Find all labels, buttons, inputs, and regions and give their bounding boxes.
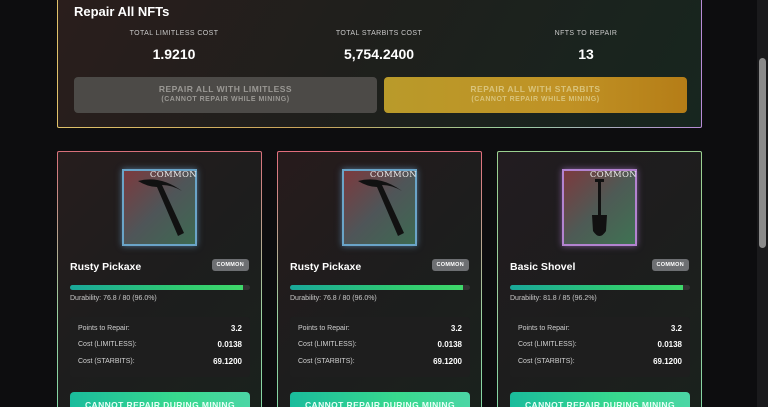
row-label: Cost (LIMITLESS): bbox=[298, 341, 357, 348]
repair-all-limitless-button[interactable]: REPAIR ALL WITH LIMITLESS (CANNOT REPAIR… bbox=[74, 77, 377, 113]
stat-value: 5,754.2400 bbox=[343, 46, 415, 62]
stat-nfts-to-repair: NFTS TO REPAIR 13 bbox=[486, 30, 686, 62]
nft-name: Basic Shovel bbox=[510, 261, 576, 273]
cost-limitless-row: Cost (LIMITLESS): 0.0138 bbox=[518, 340, 682, 349]
button-label: REPAIR ALL WITH LIMITLESS bbox=[158, 84, 293, 94]
points-to-repair-row: Points to Repair: 3.2 bbox=[518, 324, 682, 333]
cost-starbits-row: Cost (STARBITS): 69.1200 bbox=[518, 357, 682, 366]
row-label: Cost (STARBITS): bbox=[518, 358, 575, 365]
row-label: Points to Repair: bbox=[78, 325, 130, 332]
row-label: Cost (LIMITLESS): bbox=[78, 341, 137, 348]
row-label: Points to Repair: bbox=[518, 325, 570, 332]
nft-image-rarity: COMMON bbox=[589, 170, 637, 180]
durability-text: Durability: 76.8 / 80 (96.0%) bbox=[290, 295, 377, 302]
stat-total-starbits: TOTAL STARBITS COST 5,754.2400 bbox=[279, 30, 479, 62]
stat-total-limitless: TOTAL LIMITLESS COST 1.9210 bbox=[74, 30, 274, 62]
nft-card: COMMON Rusty Pickaxe COMMON Durability: … bbox=[57, 151, 262, 407]
button-sublabel: (CANNOT REPAIR WHILE MINING) bbox=[161, 96, 290, 103]
button-sublabel: (CANNOT REPAIR WHILE MINING) bbox=[471, 96, 600, 103]
repair-all-starbits-button[interactable]: REPAIR ALL WITH STARBITS (CANNOT REPAIR … bbox=[384, 77, 687, 113]
stat-label: TOTAL LIMITLESS COST bbox=[129, 30, 219, 37]
nft-image: COMMON bbox=[122, 169, 197, 246]
rarity-badge: COMMON bbox=[431, 259, 469, 271]
row-value: 0.0138 bbox=[437, 340, 462, 349]
row-label: Cost (STARBITS): bbox=[298, 358, 355, 365]
cannot-repair-button[interactable]: CANNOT REPAIR DURING MINING bbox=[70, 392, 250, 407]
row-value: 3.2 bbox=[230, 324, 242, 333]
row-value: 3.2 bbox=[450, 324, 462, 333]
cannot-repair-button[interactable]: CANNOT REPAIR DURING MINING bbox=[510, 392, 690, 407]
nft-name: Rusty Pickaxe bbox=[290, 261, 362, 273]
page-scrollbar[interactable] bbox=[757, 0, 768, 407]
row-label: Cost (LIMITLESS): bbox=[518, 341, 577, 348]
nft-image: COMMON bbox=[342, 169, 417, 246]
nft-name: Rusty Pickaxe bbox=[70, 261, 142, 273]
nft-card: COMMON Rusty Pickaxe COMMON Durability: … bbox=[277, 151, 482, 407]
cost-starbits-row: Cost (STARBITS): 69.1200 bbox=[298, 357, 462, 366]
row-value: 0.0138 bbox=[657, 340, 682, 349]
rarity-badge: COMMON bbox=[651, 259, 689, 271]
points-to-repair-row: Points to Repair: 3.2 bbox=[78, 324, 242, 333]
durability-bar bbox=[290, 285, 470, 290]
stat-value: 1.9210 bbox=[152, 46, 196, 62]
nft-image: COMMON bbox=[562, 169, 637, 246]
rarity-badge: COMMON bbox=[211, 259, 249, 271]
row-value: 69.1200 bbox=[213, 357, 242, 366]
row-value: 0.0138 bbox=[217, 340, 242, 349]
row-value: 69.1200 bbox=[653, 357, 682, 366]
row-label: Cost (STARBITS): bbox=[78, 358, 135, 365]
repair-costs: Points to Repair: 3.2 Cost (LIMITLESS): … bbox=[70, 317, 250, 377]
row-value: 69.1200 bbox=[433, 357, 462, 366]
stat-label: NFTS TO REPAIR bbox=[554, 30, 618, 37]
durability-text: Durability: 76.8 / 80 (96.0%) bbox=[70, 295, 157, 302]
durability-bar bbox=[70, 285, 250, 290]
button-label: REPAIR ALL WITH STARBITS bbox=[470, 84, 601, 94]
cost-limitless-row: Cost (LIMITLESS): 0.0138 bbox=[78, 340, 242, 349]
repair-all-panel: Repair All NFTs TOTAL LIMITLESS COST 1.9… bbox=[57, 0, 702, 128]
nft-image-rarity: COMMON bbox=[369, 170, 417, 180]
repair-costs: Points to Repair: 3.2 Cost (LIMITLESS): … bbox=[290, 317, 470, 377]
scrollbar-thumb[interactable] bbox=[759, 58, 766, 248]
repair-costs: Points to Repair: 3.2 Cost (LIMITLESS): … bbox=[510, 317, 690, 377]
cannot-repair-button[interactable]: CANNOT REPAIR DURING MINING bbox=[290, 392, 470, 407]
nft-image-rarity: COMMON bbox=[149, 170, 197, 180]
shovel-icon bbox=[592, 179, 607, 236]
durability-text: Durability: 81.8 / 85 (96.2%) bbox=[510, 295, 597, 302]
points-to-repair-row: Points to Repair: 3.2 bbox=[298, 324, 462, 333]
row-value: 3.2 bbox=[670, 324, 682, 333]
repair-all-title: Repair All NFTs bbox=[74, 4, 170, 19]
stat-label: TOTAL STARBITS COST bbox=[335, 30, 423, 37]
pickaxe-icon bbox=[358, 179, 404, 236]
durability-fill bbox=[290, 285, 463, 290]
pickaxe-icon bbox=[138, 179, 184, 236]
stat-value: 13 bbox=[578, 46, 594, 62]
durability-bar bbox=[510, 285, 690, 290]
cost-limitless-row: Cost (LIMITLESS): 0.0138 bbox=[298, 340, 462, 349]
row-label: Points to Repair: bbox=[298, 325, 350, 332]
nft-card: COMMON Basic Shovel COMMON Durability: 8… bbox=[497, 151, 702, 407]
cost-starbits-row: Cost (STARBITS): 69.1200 bbox=[78, 357, 242, 366]
durability-fill bbox=[510, 285, 684, 290]
durability-fill bbox=[70, 285, 243, 290]
